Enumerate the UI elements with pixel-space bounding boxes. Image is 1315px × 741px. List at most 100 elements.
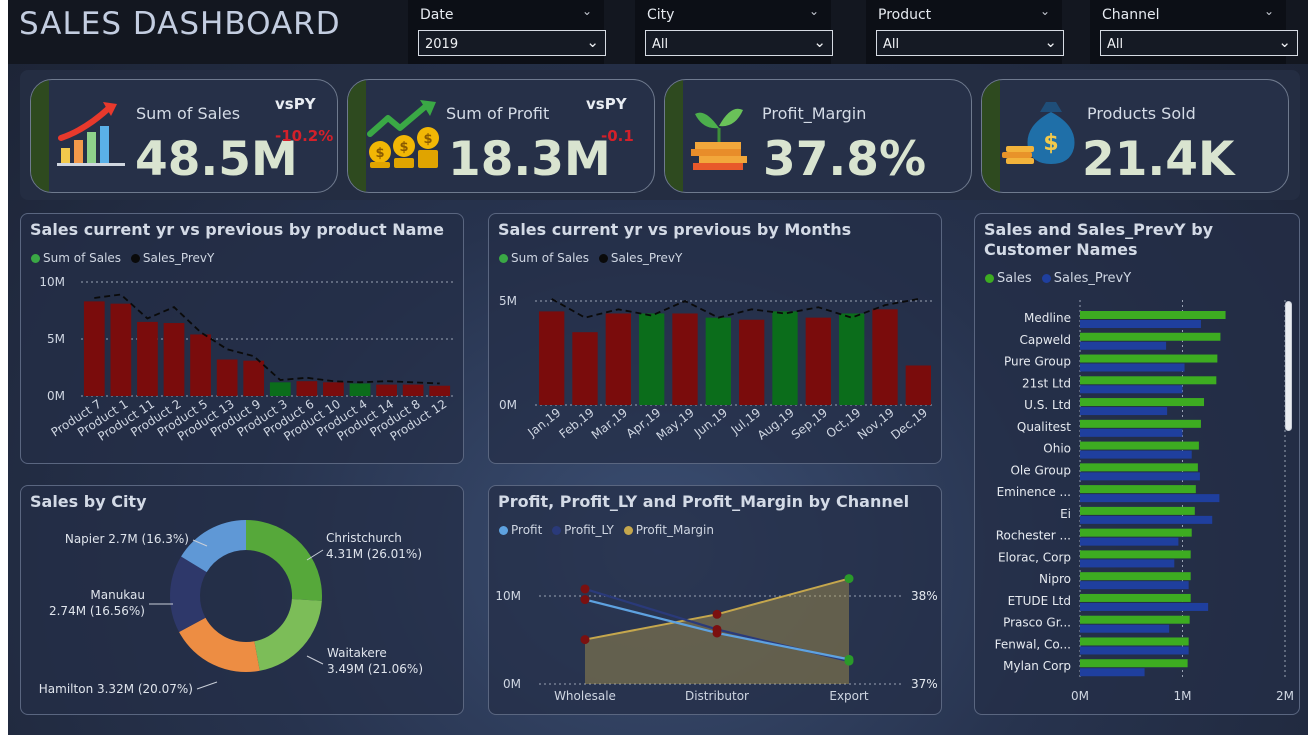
- product-dropdown[interactable]: All ⌄: [876, 30, 1064, 56]
- donut-slice-waitakere: [254, 598, 322, 671]
- city-slicer-label: City: [647, 7, 675, 23]
- leader-line: [306, 655, 324, 665]
- x-tick-label: 2M: [1276, 689, 1294, 703]
- y-tick-label: 0M: [503, 677, 521, 691]
- kpi-accent-bar: [31, 80, 49, 192]
- money-plant-icon: [691, 108, 747, 170]
- y-tick-label: Ole Group: [1010, 463, 1071, 477]
- customer-bar-chart: 0M 1M 2M Medline Capweld Pure Group 21st Ltd U.…: [995, 300, 1294, 703]
- kpi-card-products-sold[interactable]: $ Products Sold 21.4K: [981, 79, 1289, 193]
- bar-sales: [1080, 550, 1191, 559]
- bar-sum-of-sales: [323, 382, 344, 396]
- y-tick-label: Pure Group: [1004, 355, 1071, 369]
- bar-sales: [1080, 311, 1226, 319]
- product-slicer-label: Product: [878, 7, 932, 23]
- chevron-down-icon[interactable]: ⌄: [582, 4, 592, 18]
- y-tick-label: Ei: [1060, 507, 1071, 521]
- kpi-label: Sum of Sales: [136, 104, 241, 123]
- bar-sales-prevy: [1080, 450, 1192, 459]
- kpi-card-margin[interactable]: Profit_Margin 37.8%: [664, 79, 972, 193]
- x-tick-label: Jan,19: [524, 405, 563, 440]
- channel-slicer[interactable]: Channel ⌄ All ⌄: [1090, 0, 1298, 64]
- kpi-card-sales[interactable]: Sum of Sales 48.5M vsPY -10.2%: [30, 79, 338, 193]
- customer-chart-panel[interactable]: Sales and Sales_PrevY by Customer Names …: [974, 213, 1300, 715]
- data-point-marker: [580, 584, 590, 594]
- bar-sales: [1080, 419, 1201, 428]
- bar-sales: [1080, 615, 1190, 624]
- kpi-card-profit[interactable]: $ $ $ Sum of Profit 18.3M vsPY -0.1: [347, 79, 655, 193]
- date-dropdown-value: 2019: [425, 37, 459, 52]
- channel-chart-panel[interactable]: Profit, Profit_LY and Profit_Margin by C…: [488, 485, 942, 715]
- bar-sales: [1080, 485, 1196, 494]
- y-tick-label: Ohio: [1043, 442, 1071, 456]
- slice-value: 3.49M (21.06%): [327, 662, 423, 676]
- bar-sales-prevy: [1080, 341, 1167, 350]
- chevron-down-icon[interactable]: ⌄: [1040, 4, 1050, 18]
- bar-sum-of-sales: [772, 311, 798, 405]
- dropdown-arrow-icon[interactable]: ⌄: [813, 33, 826, 51]
- dropdown-arrow-icon[interactable]: ⌄: [586, 33, 599, 51]
- bar-sum-of-sales: [539, 311, 565, 405]
- product-chart-panel[interactable]: Sales current yr vs previous by product …: [20, 213, 464, 464]
- month-chart-panel[interactable]: Sales current yr vs previous by Months S…: [488, 213, 942, 464]
- city-dropdown-value: All: [652, 37, 669, 52]
- product-slicer[interactable]: Product ⌄ All ⌄: [866, 0, 1064, 64]
- product-bar-chart: 10M5M0MProduct 7Product 1Product 11Produ…: [39, 275, 453, 444]
- bar-sum-of-sales: [349, 383, 371, 396]
- y-tick-label: 5M: [499, 294, 517, 308]
- city-chart-panel[interactable]: Sales by City Christchurch 4.31M (26.01%)…: [20, 485, 464, 715]
- bar-sum-of-sales: [639, 313, 665, 405]
- y-tick-label: Nipro: [1039, 572, 1071, 586]
- channel-slicer-label: Channel: [1102, 7, 1160, 23]
- kpi-vs-label: vsPY: [275, 95, 316, 113]
- y-tick-label: Qualitest: [1017, 420, 1071, 434]
- scrollbar-thumb[interactable]: [1285, 301, 1292, 431]
- bar-sales-prevy: [1080, 559, 1175, 568]
- bar-sum-of-sales: [429, 385, 451, 396]
- bar-sum-of-sales: [216, 359, 238, 396]
- city-slicer[interactable]: City ⌄ All ⌄: [635, 0, 833, 64]
- header-bar: SALES DASHBOARD Date ⌄ 2019 ⌄ City ⌄ All…: [8, 0, 1308, 64]
- bar-sales: [1080, 593, 1191, 602]
- date-dropdown[interactable]: 2019 ⌄: [418, 30, 606, 56]
- data-point-marker: [844, 574, 854, 584]
- y-tick-label: 5M: [47, 332, 65, 346]
- bar-sales: [1080, 528, 1192, 537]
- product-dropdown-value: All: [883, 37, 900, 52]
- bar-sales-prevy: [1080, 363, 1185, 372]
- y2-tick-label: 37%: [911, 677, 938, 691]
- data-point-marker: [580, 635, 590, 645]
- city-dropdown[interactable]: All ⌄: [645, 30, 833, 56]
- kpi-label: Profit_Margin: [762, 104, 867, 123]
- bar-sum-of-sales: [905, 365, 931, 405]
- y2-tick-label: 38%: [911, 589, 938, 603]
- kpi-accent-bar: [665, 80, 683, 192]
- chevron-down-icon[interactable]: ⌄: [1264, 4, 1274, 18]
- kpi-value: 48.5M: [135, 132, 298, 187]
- bar-sales-prevy: [1080, 494, 1220, 503]
- money-bag-icon: $: [1002, 102, 1075, 164]
- dropdown-arrow-icon[interactable]: ⌄: [1278, 33, 1291, 51]
- x-tick-label: Export: [829, 689, 869, 703]
- bar-sum-of-sales: [110, 303, 132, 396]
- bar-sum-of-sales: [739, 319, 765, 405]
- date-slicer[interactable]: Date ⌄ 2019 ⌄: [408, 0, 606, 64]
- bar-sum-of-sales: [269, 382, 291, 396]
- y-tick-label: ETUDE Ltd: [1008, 594, 1071, 608]
- x-tick-label: Aug,19: [755, 405, 797, 442]
- x-tick-label: 0M: [1071, 689, 1089, 703]
- kpi-value: 37.8%: [763, 132, 927, 187]
- channel-line-chart: 10M 38% 0M 37% Wholesale Distributor Export: [495, 574, 938, 703]
- x-tick-label: Distributor: [685, 689, 749, 703]
- donut-slice-hamilton: [179, 617, 260, 672]
- dropdown-arrow-icon[interactable]: ⌄: [1044, 33, 1057, 51]
- svg-text:$: $: [375, 146, 384, 161]
- y-tick-label: 0M: [47, 389, 65, 403]
- chevron-down-icon[interactable]: ⌄: [809, 4, 819, 18]
- coins-growth-icon: $ $ $: [367, 100, 439, 168]
- slice-label: Waitakere: [327, 646, 387, 660]
- channel-dropdown[interactable]: All ⌄: [1100, 30, 1298, 56]
- bar-sales-prevy: [1080, 385, 1183, 394]
- slice-value: 4.31M (26.01%): [326, 547, 422, 561]
- bar-sales-prevy: [1080, 624, 1170, 633]
